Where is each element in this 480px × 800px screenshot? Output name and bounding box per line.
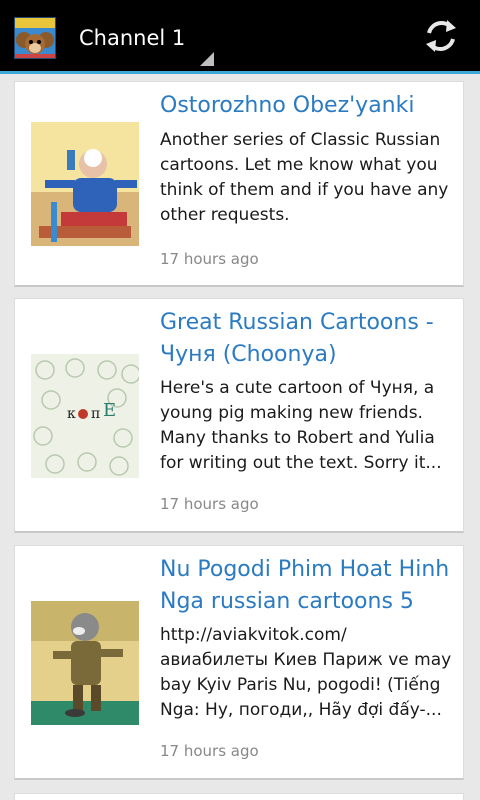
action-bar: Channel 1 bbox=[0, 0, 480, 74]
app-icon[interactable] bbox=[14, 17, 56, 59]
svg-text:п: п bbox=[91, 406, 100, 422]
svg-text:Е: Е bbox=[103, 400, 116, 421]
refresh-icon bbox=[426, 20, 456, 52]
channel-title: Channel 1 bbox=[79, 26, 186, 50]
spinner-arrow-icon bbox=[200, 52, 214, 66]
video-description: http://aviakvitok.com/ авиабилеты Киев П… bbox=[160, 625, 452, 720]
monkey-cartoon-thumbnail bbox=[31, 122, 139, 246]
video-description: Here's a cute cartoon of Чуня, a young p… bbox=[160, 378, 442, 473]
video-title[interactable]: Great Russian Cartoons - Чуня (Choonya) bbox=[160, 307, 455, 371]
nu-pogodi-cartoon-thumbnail bbox=[31, 601, 139, 725]
video-thumbnail[interactable]: к п Е bbox=[31, 354, 139, 478]
video-title[interactable]: Ostorozhno Obez'yanki bbox=[160, 90, 455, 122]
video-thumbnail[interactable] bbox=[31, 601, 139, 725]
feed-card[interactable]: Nu Pogodi Phim Hoat Hinh Nga russian car… bbox=[14, 545, 464, 780]
refresh-button[interactable] bbox=[420, 15, 462, 57]
cheburashka-icon bbox=[15, 18, 55, 58]
channel-spinner[interactable]: Channel 1 bbox=[62, 12, 214, 66]
video-timestamp: 17 hours ago bbox=[160, 250, 259, 268]
svg-text:к: к bbox=[67, 406, 76, 422]
feed-card[interactable] bbox=[14, 793, 464, 800]
video-description: Another series of Classic Russian cartoo… bbox=[160, 130, 449, 225]
video-feed[interactable]: Ostorozhno Obez'yanki Another series of … bbox=[0, 77, 480, 800]
feed-card[interactable]: Ostorozhno Obez'yanki Another series of … bbox=[14, 81, 464, 287]
feed-card[interactable]: к п Е Great Russian Cartoons - Чуня (Cho… bbox=[14, 298, 464, 533]
choonya-cartoon-thumbnail: к п Е bbox=[31, 354, 139, 478]
video-thumbnail[interactable] bbox=[31, 122, 139, 246]
video-timestamp: 17 hours ago bbox=[160, 742, 259, 760]
video-title[interactable]: Nu Pogodi Phim Hoat Hinh Nga russian car… bbox=[160, 554, 455, 618]
video-timestamp: 17 hours ago bbox=[160, 495, 259, 513]
